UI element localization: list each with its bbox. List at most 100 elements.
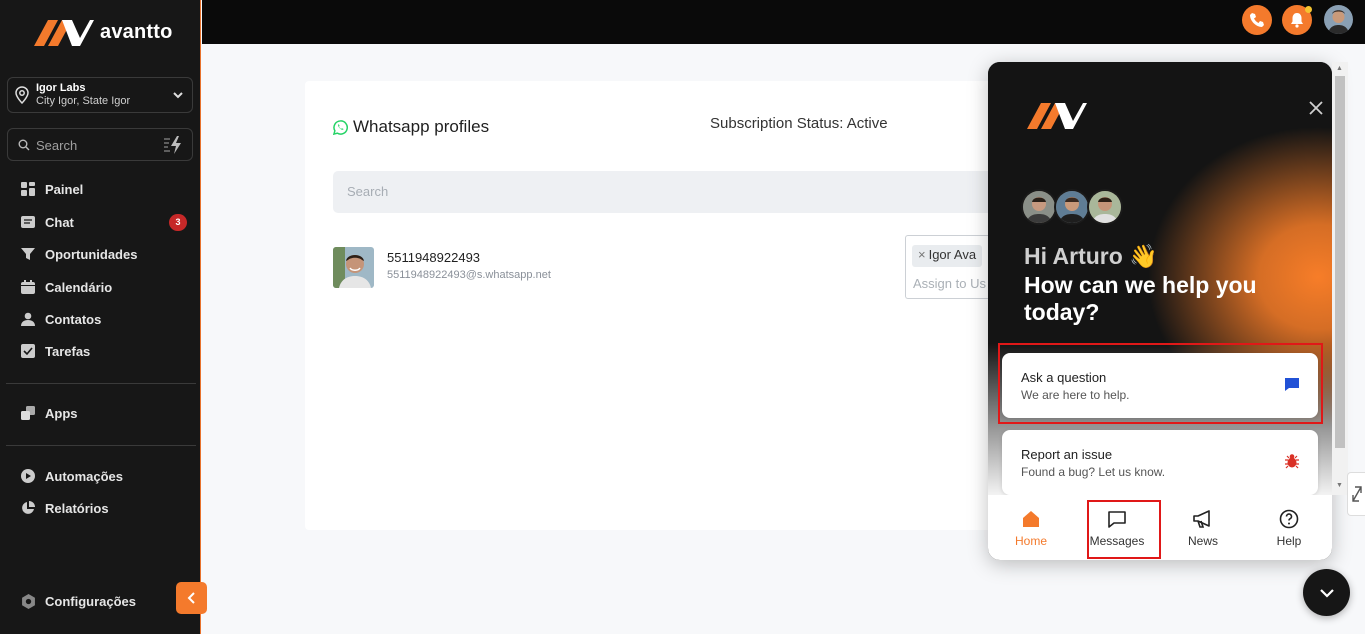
card-subtitle: Found a bug? Let us know.	[1021, 465, 1166, 479]
brand-name: avantto	[100, 20, 173, 43]
sidebar-item-automacoes[interactable]: Automações	[0, 463, 201, 489]
sidebar-item-painel[interactable]: Painel	[0, 176, 201, 202]
map-pin-icon	[15, 86, 29, 104]
sidebar-item-label: Automações	[45, 468, 124, 484]
assigned-user-chip: × Igor Ava	[912, 245, 983, 267]
widget-scrollbar[interactable]: ▲ ▼	[1332, 62, 1348, 495]
sidebar-item-label: Oportunidades	[45, 246, 138, 262]
report-issue-card[interactable]: Report an issue Found a bug? Let us know…	[1002, 430, 1318, 495]
collapse-sidebar-button[interactable]	[176, 582, 207, 614]
remove-chip-icon[interactable]: ×	[918, 247, 926, 262]
sidebar-item-label: Contatos	[45, 311, 102, 327]
sidebar-item-chat[interactable]: Chat 3	[0, 209, 201, 235]
dashboard-icon	[20, 181, 36, 197]
whatsapp-icon	[333, 119, 348, 135]
card-title: Report an issue	[1021, 447, 1113, 462]
help-widget: Hi Arturo 👋 How can we help you today? A…	[988, 62, 1332, 560]
sidebar-item-apps[interactable]: Apps	[0, 400, 201, 426]
tab-label: Home	[1014, 534, 1047, 548]
widget-greeting: Hi Arturo 👋	[1024, 243, 1158, 269]
widget-launcher-button[interactable]	[1303, 569, 1350, 616]
subscription-status: Subscription Status: Active	[710, 115, 888, 132]
widget-side-tab[interactable]	[1347, 472, 1365, 516]
search-icon	[18, 139, 30, 151]
sidebar-item-label: Configurações	[45, 593, 137, 609]
widget-headline: How can we help you today?	[1024, 272, 1257, 325]
sidebar-item-oportunidades[interactable]: Oportunidades	[0, 241, 201, 267]
location-city: City Igor, State Igor	[36, 95, 131, 107]
avantto-logo-icon	[34, 20, 94, 46]
tab-label: News	[1187, 534, 1218, 548]
sidebar-item-tarefas[interactable]: Tarefas	[0, 338, 201, 364]
team-avatar	[1054, 189, 1090, 225]
sidebar-divider	[6, 383, 196, 384]
sidebar-divider	[6, 445, 196, 446]
home-icon	[1023, 511, 1039, 527]
chat-icon	[20, 214, 36, 230]
team-avatar	[1087, 189, 1123, 225]
chat-unread-badge: 3	[169, 214, 187, 231]
expand-arrows-icon	[1351, 486, 1362, 502]
team-avatar	[1021, 189, 1057, 225]
help-icon	[1279, 509, 1299, 529]
page-title: Whatsapp profiles	[333, 117, 489, 137]
sidebar-search-input[interactable]: Search	[36, 138, 77, 153]
bell-icon	[1291, 13, 1303, 28]
notification-dot	[1305, 6, 1312, 13]
user-avatar[interactable]	[1324, 5, 1353, 34]
scroll-down-arrow-icon[interactable]: ▼	[1336, 482, 1343, 489]
tab-label: Help	[1276, 534, 1302, 548]
quick-action-bolt-icon[interactable]	[162, 135, 184, 155]
tab-news[interactable]: News	[1160, 495, 1246, 560]
sidebar-item-label: Painel	[45, 181, 84, 197]
whatsapp-profiles-card: Whatsapp profiles Subscription Status: A…	[305, 81, 1013, 530]
notifications-button[interactable]	[1282, 5, 1312, 35]
sidebar-item-calendario[interactable]: Calendário	[0, 274, 201, 300]
sidebar-item-label: Chat	[45, 214, 74, 230]
chevron-down-icon	[1319, 588, 1334, 598]
sidebar-item-contatos[interactable]: Contatos	[0, 306, 201, 332]
sidebar-item-configuracoes[interactable]: Configurações	[0, 588, 201, 614]
pie-chart-icon	[20, 500, 36, 516]
scrollbar-thumb[interactable]	[1335, 76, 1345, 448]
bug-icon	[1285, 454, 1299, 469]
chevron-down-icon	[173, 92, 183, 99]
support-team-avatars	[1021, 189, 1123, 225]
profile-avatar	[333, 247, 374, 288]
highlight-ask-question	[998, 343, 1323, 424]
sidebar-item-label: Apps	[45, 405, 78, 421]
profile-jid: 5511948922493@s.whatsapp.net	[387, 269, 551, 281]
widget-logo-icon	[1027, 103, 1087, 129]
assign-placeholder: Assign to Us	[913, 276, 986, 291]
assigned-user-name: Igor Ava	[928, 247, 977, 262]
sidebar-item-label: Relatórios	[45, 500, 109, 516]
sidebar-search[interactable]: Search	[7, 128, 193, 161]
location-selector[interactable]: Igor Labs City Igor, State Igor	[7, 77, 193, 113]
checkbox-icon	[20, 343, 36, 359]
tab-help[interactable]: Help	[1246, 495, 1332, 560]
chevron-left-icon	[187, 592, 195, 604]
phone-button[interactable]	[1242, 5, 1272, 35]
page-title-text: Whatsapp profiles	[353, 117, 490, 136]
sidebar-item-label: Tarefas	[45, 343, 91, 359]
close-icon[interactable]	[1308, 100, 1324, 116]
tab-home[interactable]: Home	[988, 495, 1074, 560]
top-bar	[202, 0, 1365, 44]
profile-phone: 5511948922493	[387, 250, 481, 265]
calendar-icon	[20, 279, 36, 295]
profiles-search-input[interactable]: Search	[333, 171, 1013, 213]
megaphone-icon	[1193, 510, 1210, 528]
automation-icon	[20, 468, 36, 484]
sidebar-item-relatorios[interactable]: Relatórios	[0, 495, 201, 521]
highlight-messages-tab	[1087, 500, 1161, 559]
funnel-icon	[20, 246, 36, 262]
scroll-up-arrow-icon[interactable]: ▲	[1336, 65, 1343, 72]
person-icon	[20, 311, 36, 327]
brand-logo[interactable]: avantto	[34, 16, 173, 48]
sidebar: avantto Igor Labs City Igor, State Igor …	[0, 0, 207, 634]
phone-icon	[1250, 13, 1264, 27]
search-placeholder: Search	[347, 184, 389, 199]
location-name: Igor Labs	[36, 82, 86, 94]
settings-icon	[20, 593, 36, 609]
sidebar-item-label: Calendário	[45, 279, 113, 295]
